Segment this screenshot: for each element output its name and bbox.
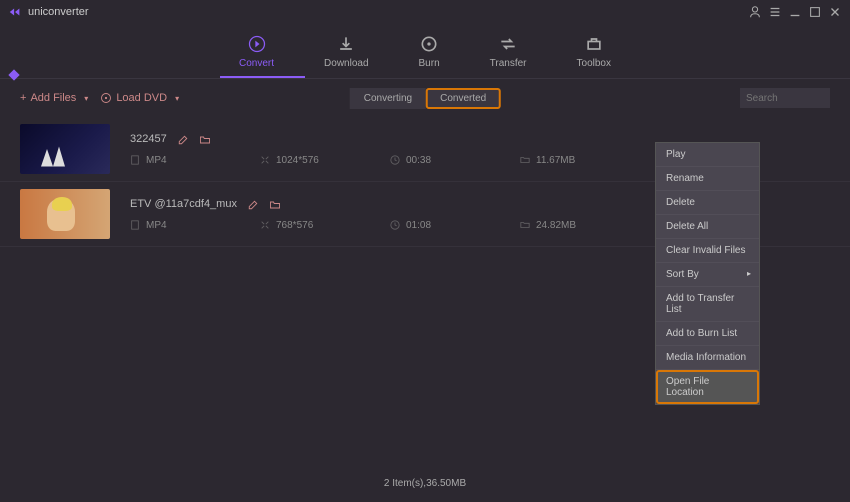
menu-media-info[interactable]: Media Information — [656, 346, 759, 370]
chapter-marker — [8, 69, 19, 80]
menu-sort-by[interactable]: Sort By — [656, 263, 759, 287]
file-icon — [130, 220, 140, 230]
clock-icon — [390, 220, 400, 230]
add-files-button[interactable]: + Add Files ▾ — [20, 92, 88, 104]
folder-icon[interactable] — [269, 198, 281, 210]
titlebar: uniconverter — [0, 0, 850, 24]
menu-add-transfer[interactable]: Add to Transfer List — [656, 287, 759, 322]
menu-open-location[interactable]: Open File Location — [656, 370, 759, 404]
dvd-icon — [100, 92, 112, 104]
maximize-icon[interactable] — [808, 5, 822, 19]
chevron-down-icon: ▾ — [84, 94, 88, 103]
minimize-icon[interactable] — [788, 5, 802, 19]
size-meta: 11.67MB — [520, 155, 580, 166]
tab-burn[interactable]: Burn — [419, 34, 440, 69]
convert-icon — [247, 34, 267, 54]
app-title: uniconverter — [28, 6, 89, 18]
add-files-label: Add Files — [30, 92, 76, 104]
format-meta: MP4 — [130, 220, 190, 231]
folder-icon[interactable] — [199, 133, 211, 145]
user-icon[interactable] — [748, 5, 762, 19]
logo-section: uniconverter — [8, 5, 89, 19]
load-dvd-label: Load DVD — [116, 92, 167, 104]
thumbnail[interactable] — [20, 124, 110, 174]
download-icon — [336, 34, 356, 54]
format-meta: MP4 — [130, 155, 190, 166]
edit-icon[interactable] — [247, 198, 259, 210]
titlebar-controls — [748, 5, 842, 19]
menu-add-burn[interactable]: Add to Burn List — [656, 322, 759, 346]
filter-tabs: Converting Converted — [350, 88, 501, 109]
toolbox-icon — [584, 34, 604, 54]
duration-meta: 00:38 — [390, 155, 450, 166]
tab-label: Convert — [239, 58, 274, 69]
converting-tab[interactable]: Converting — [350, 88, 426, 109]
tab-convert[interactable]: Convert — [239, 34, 274, 69]
context-menu: Play Rename Delete Delete All Clear Inva… — [655, 142, 760, 405]
menu-delete-all[interactable]: Delete All — [656, 215, 759, 239]
resolution-meta: 1024*576 — [260, 155, 320, 166]
converted-tab[interactable]: Converted — [426, 88, 500, 109]
status-bar: 2 Item(s),36.50MB — [0, 474, 850, 492]
close-icon[interactable] — [828, 5, 842, 19]
app-logo-icon — [8, 5, 22, 19]
chevron-down-icon: ▾ — [175, 94, 179, 103]
edit-icon[interactable] — [177, 133, 189, 145]
menu-rename[interactable]: Rename — [656, 167, 759, 191]
duration-meta: 01:08 — [390, 220, 450, 231]
tab-underline — [220, 76, 305, 78]
plus-icon: + — [20, 92, 26, 104]
tab-label: Burn — [419, 58, 440, 69]
menu-delete[interactable]: Delete — [656, 191, 759, 215]
status-text: 2 Item(s),36.50MB — [384, 478, 466, 489]
main-tabs: Convert Download Burn Transfer Toolbox — [0, 24, 850, 79]
file-icon — [130, 155, 140, 165]
load-dvd-button[interactable]: Load DVD ▾ — [100, 92, 179, 104]
burn-icon — [419, 34, 439, 54]
tab-transfer[interactable]: Transfer — [490, 34, 527, 69]
clock-icon — [390, 155, 400, 165]
size-meta: 24.82MB — [520, 220, 580, 231]
file-name: ETV @11a7cdf4_mux — [130, 198, 237, 210]
tab-label: Download — [324, 58, 368, 69]
expand-icon — [260, 220, 270, 230]
action-bar: + Add Files ▾ Load DVD ▾ Converting Conv… — [0, 79, 850, 117]
menu-icon[interactable] — [768, 5, 782, 19]
file-name: 322457 — [130, 133, 167, 145]
tab-label: Transfer — [490, 58, 527, 69]
thumbnail[interactable] — [20, 189, 110, 239]
folder-icon — [520, 155, 530, 165]
tab-download[interactable]: Download — [324, 34, 368, 69]
folder-icon — [520, 220, 530, 230]
menu-play[interactable]: Play — [656, 143, 759, 167]
transfer-icon — [498, 34, 518, 54]
expand-icon — [260, 155, 270, 165]
tab-label: Toolbox — [577, 58, 611, 69]
search-input[interactable] — [740, 88, 830, 108]
menu-clear-invalid[interactable]: Clear Invalid Files — [656, 239, 759, 263]
tab-toolbox[interactable]: Toolbox — [577, 34, 611, 69]
resolution-meta: 768*576 — [260, 220, 320, 231]
